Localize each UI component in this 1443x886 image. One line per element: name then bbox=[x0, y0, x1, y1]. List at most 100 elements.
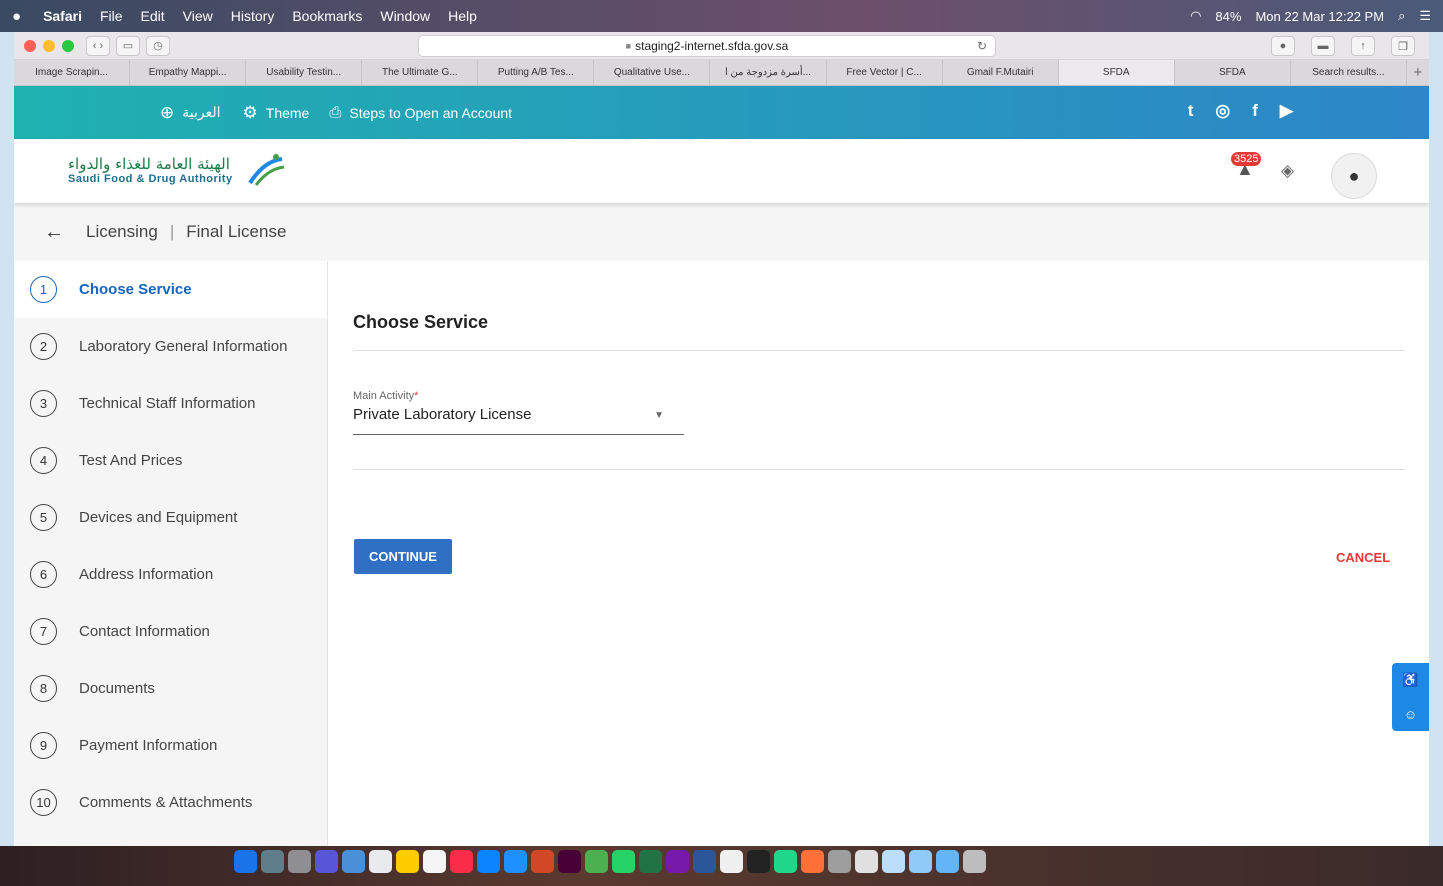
calendar-icon[interactable] bbox=[423, 850, 446, 873]
package-icon[interactable]: ◈ bbox=[1281, 161, 1294, 181]
xd-icon[interactable] bbox=[558, 850, 581, 873]
site-top-bar: ⊕ العربية ⚙ Theme ⎙ Steps to Open an Acc… bbox=[14, 86, 1429, 139]
browser-tab[interactable]: Gmail F.Mutairi bbox=[943, 60, 1059, 85]
menu-history[interactable]: History bbox=[231, 8, 275, 24]
terminal-icon[interactable] bbox=[747, 850, 770, 873]
trash-icon[interactable] bbox=[963, 850, 986, 873]
logo-english: Saudi Food & Drug Authority bbox=[68, 173, 233, 185]
breadcrumb-section[interactable]: Licensing bbox=[86, 222, 158, 242]
word-icon[interactable] bbox=[693, 850, 716, 873]
step-address-information[interactable]: 6 Address Information bbox=[14, 546, 327, 603]
step-documents[interactable]: 8 Documents bbox=[14, 660, 327, 717]
browser-tab[interactable]: أسرة مزدوجة من ا... bbox=[710, 60, 827, 85]
youtube-icon[interactable]: ▶ bbox=[1280, 101, 1293, 121]
share-icon[interactable]: ↑ bbox=[1351, 36, 1375, 56]
stickies-icon[interactable] bbox=[396, 850, 419, 873]
powerpoint-icon[interactable] bbox=[531, 850, 554, 873]
safari-icon[interactable] bbox=[504, 850, 527, 873]
address-bar[interactable]: ■ staging2-internet.sfda.gov.sa ↻ bbox=[418, 35, 996, 57]
twitter-icon[interactable]: t bbox=[1188, 101, 1194, 121]
back-forward-button[interactable]: ‹ › bbox=[86, 35, 110, 56]
language-switch[interactable]: ⊕ العربية bbox=[160, 103, 221, 123]
step-choose-service[interactable]: 1 Choose Service bbox=[14, 261, 327, 318]
menu-bookmarks[interactable]: Bookmarks bbox=[292, 8, 362, 24]
print-icon[interactable]: ▬ bbox=[1311, 36, 1335, 56]
tab-overview-icon[interactable]: ❐ bbox=[1391, 36, 1415, 56]
step-comments-attachments[interactable]: 10 Comments & Attachments bbox=[14, 774, 327, 831]
browser-tab[interactable]: SFDA bbox=[1175, 60, 1291, 85]
preview-icon[interactable] bbox=[342, 850, 365, 873]
downloads-stack-icon[interactable] bbox=[828, 850, 851, 873]
system-preferences-icon[interactable] bbox=[288, 850, 311, 873]
cancel-button[interactable]: CANCEL bbox=[1336, 550, 1390, 565]
wifi-icon[interactable]: ◠ bbox=[1190, 8, 1201, 24]
notes-icon[interactable] bbox=[369, 850, 392, 873]
clock[interactable]: Mon 22 Mar 12:22 PM bbox=[1255, 9, 1384, 24]
menu-file[interactable]: File bbox=[100, 8, 123, 24]
step-devices-and-equipment[interactable]: 5 Devices and Equipment bbox=[14, 489, 327, 546]
onenote-icon[interactable] bbox=[666, 850, 689, 873]
window-thumb-icon[interactable] bbox=[882, 850, 905, 873]
main-activity-select[interactable]: Private Laboratory License ▼ bbox=[353, 406, 684, 435]
window-thumb-icon[interactable] bbox=[936, 850, 959, 873]
accessibility-icon[interactable]: ♿ bbox=[1402, 672, 1418, 688]
sfda-logo[interactable]: الهيئة العامة للغذاء والدواء Saudi Food … bbox=[68, 154, 285, 186]
minimize-window-button[interactable] bbox=[43, 39, 55, 52]
continue-button[interactable]: CONTINUE bbox=[354, 539, 452, 574]
step-payment-information[interactable]: 9 Payment Information bbox=[14, 717, 327, 774]
whatsapp-icon[interactable] bbox=[612, 850, 635, 873]
facebook-icon[interactable]: f bbox=[1252, 101, 1258, 121]
pycharm-icon[interactable] bbox=[774, 850, 797, 873]
browser-tab[interactable]: Empathy Mappi... bbox=[130, 60, 247, 85]
close-window-button[interactable] bbox=[24, 39, 36, 52]
back-arrow-icon[interactable]: ← bbox=[44, 221, 64, 244]
menu-window[interactable]: Window bbox=[380, 8, 430, 24]
sidebar-toggle-icon[interactable]: ▭ bbox=[116, 35, 140, 56]
floating-help-widget[interactable]: ♿ ☺ bbox=[1392, 663, 1429, 731]
finder-icon[interactable] bbox=[234, 850, 257, 873]
menu-edit[interactable]: Edit bbox=[141, 8, 165, 24]
theme-button[interactable]: ⚙ Theme bbox=[243, 103, 310, 123]
zoom-window-button[interactable] bbox=[62, 39, 74, 52]
reload-icon[interactable]: ↻ bbox=[977, 39, 987, 53]
firefox-icon[interactable] bbox=[801, 850, 824, 873]
menu-help[interactable]: Help bbox=[448, 8, 477, 24]
browser-tab[interactable]: Usability Testin... bbox=[246, 60, 363, 85]
maps-icon[interactable] bbox=[585, 850, 608, 873]
step-contact-information[interactable]: 7 Contact Information bbox=[14, 603, 327, 660]
instagram-icon[interactable]: ◎ bbox=[1215, 101, 1230, 121]
browser-tab-strip: Image Scrapin... Empathy Mappi... Usabil… bbox=[14, 60, 1429, 86]
document-stack-icon[interactable] bbox=[855, 850, 878, 873]
music-icon[interactable] bbox=[450, 850, 473, 873]
siri-icon[interactable] bbox=[315, 850, 338, 873]
apple-icon[interactable]: ● bbox=[12, 8, 21, 25]
launchpad-icon[interactable] bbox=[261, 850, 284, 873]
excel-icon[interactable] bbox=[639, 850, 662, 873]
logo-mark-icon bbox=[248, 154, 285, 186]
step-technical-staff-information[interactable]: 3 Technical Staff Information bbox=[14, 375, 327, 432]
browser-tab-active[interactable]: SFDA bbox=[1058, 60, 1175, 85]
browser-tab[interactable]: The Ultimate G... bbox=[362, 60, 479, 85]
textedit-icon[interactable] bbox=[720, 850, 743, 873]
browser-tab[interactable]: Putting A/B Tes... bbox=[478, 60, 595, 85]
avatar[interactable]: ● bbox=[1331, 153, 1377, 199]
step-test-and-prices[interactable]: 4 Test And Prices bbox=[14, 432, 327, 489]
menu-safari[interactable]: Safari bbox=[43, 8, 82, 24]
downloads-icon[interactable]: ● bbox=[1271, 36, 1295, 56]
steps-link[interactable]: ⎙ Steps to Open an Account bbox=[329, 104, 512, 121]
browser-tab[interactable]: Free Vector | C... bbox=[827, 60, 943, 85]
browser-tab[interactable]: Qualitative Use... bbox=[594, 60, 711, 85]
breadcrumb-separator: | bbox=[169, 222, 175, 241]
window-thumb-icon[interactable] bbox=[909, 850, 932, 873]
browser-tab[interactable]: Search results... bbox=[1291, 60, 1407, 85]
history-icon[interactable]: ◷ bbox=[146, 35, 170, 56]
battery-level[interactable]: 84% bbox=[1215, 9, 1241, 24]
new-tab-icon[interactable]: + bbox=[1407, 60, 1429, 85]
step-laboratory-general-information[interactable]: 2 Laboratory General Information bbox=[14, 318, 327, 375]
outlook-icon[interactable] bbox=[477, 850, 500, 873]
control-center-icon[interactable]: ☰ bbox=[1419, 8, 1431, 24]
menu-view[interactable]: View bbox=[183, 8, 213, 24]
search-icon[interactable]: ⌕ bbox=[1398, 8, 1405, 24]
chatbot-icon[interactable]: ☺ bbox=[1404, 707, 1417, 722]
browser-tab[interactable]: Image Scrapin... bbox=[14, 60, 131, 85]
